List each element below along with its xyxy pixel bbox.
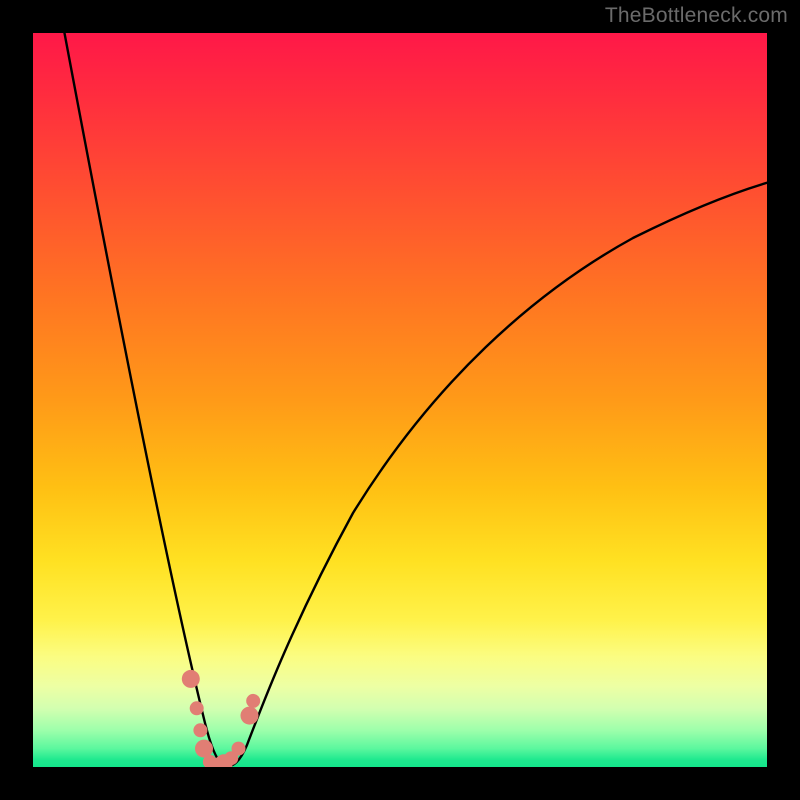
- plot-area: [33, 33, 767, 767]
- data-marker: [190, 701, 204, 715]
- data-marker: [232, 742, 246, 756]
- data-marker: [241, 707, 259, 725]
- watermark-text: TheBottleneck.com: [605, 4, 788, 28]
- data-marker: [246, 694, 260, 708]
- bottleneck-curve: [57, 33, 767, 766]
- chart-svg: [33, 33, 767, 767]
- marker-group: [182, 670, 260, 767]
- data-marker: [182, 670, 200, 688]
- chart-frame: TheBottleneck.com: [0, 0, 800, 800]
- data-marker: [195, 740, 213, 758]
- data-marker: [193, 723, 207, 737]
